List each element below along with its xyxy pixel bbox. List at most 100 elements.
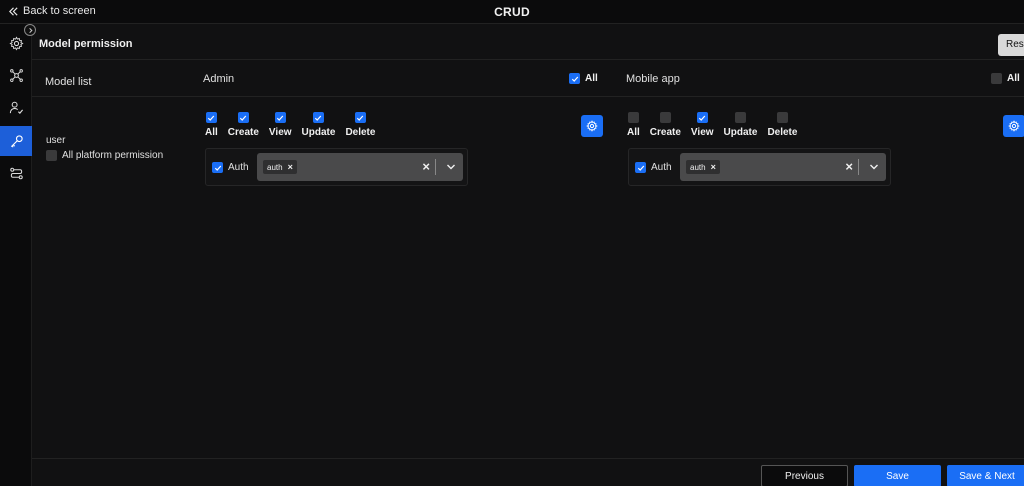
mobile-perm-update[interactable]: Update [723,112,758,138]
admin-perm-all-checkbox[interactable] [205,112,217,123]
sidebar-expand-button[interactable] [24,24,36,36]
admin-perm-create[interactable]: Create [228,112,259,138]
mobile-permission-group: All Create View Update Delete [627,112,807,138]
check-icon [637,165,644,171]
admin-auth-box: Auth auth × × [205,148,468,186]
admin-perm-update-checkbox[interactable] [312,112,324,123]
mobile-auth-box: Auth auth × × [628,148,891,186]
check-icon [315,115,322,121]
mobile-perm-create-checkbox[interactable] [659,112,671,123]
admin-perm-create-label: Create [227,127,259,138]
ai-network-icon [9,68,23,82]
admin-perm-all[interactable]: All [205,112,218,138]
sidebar-item-flows[interactable] [0,158,32,188]
admin-perm-view-checkbox[interactable] [274,112,286,123]
mobile-settings-button[interactable] [1003,115,1024,137]
admin-auth-chip-remove-icon[interactable]: × [288,162,293,172]
admin-settings-button[interactable] [581,115,603,137]
mobile-perm-all-label: All [627,127,640,138]
main-content: Model permission Reset Model list Admin … [32,24,1024,458]
admin-perm-create-checkbox[interactable] [237,112,249,123]
mobile-all-label: All [1007,73,1020,84]
platform-name-admin: Admin [203,73,235,85]
top-bar: Back to screen CRUD [0,0,1024,24]
admin-perm-delete-label: Delete [345,127,376,138]
mobile-auth-chip-remove-icon[interactable]: × [711,162,716,172]
admin-perm-delete-checkbox[interactable] [354,112,366,123]
mobile-perm-delete[interactable]: Delete [767,112,797,138]
mobile-perm-all-checkbox[interactable] [627,112,639,123]
mobile-auth-label: Auth [651,162,672,173]
mobile-perm-delete-checkbox[interactable] [776,112,788,123]
settings-gear-icon [8,35,24,51]
all-platform-permission-checkbox[interactable] [46,150,57,161]
chevron-down-icon[interactable] [869,162,879,172]
admin-auth-chip: auth × [263,160,297,174]
mobile-auth-chip-label: auth [690,162,706,172]
reset-button[interactable]: Reset [998,34,1024,56]
gear-icon [1008,120,1020,132]
mobile-auth-clear-icon[interactable]: × [845,159,853,174]
sidebar-item-ai[interactable] [0,60,32,90]
mobile-auth-toggle[interactable]: Auth [635,162,672,173]
select-separator [858,159,859,175]
page-title: Model permission [39,38,133,50]
admin-auth-label: Auth [228,162,249,173]
mobile-all-toggle[interactable]: All [991,73,1020,84]
admin-all-toggle[interactable]: All [569,73,598,84]
sidebar-item-users[interactable] [0,92,32,122]
flow-icon [9,167,23,179]
admin-perm-update-label: Update [301,127,336,138]
admin-permission-group: All Create View Update Delete [205,112,385,138]
mobile-perm-update-label: Update [723,127,758,138]
mobile-all-checkbox[interactable] [991,73,1002,84]
title-divider [32,59,1024,60]
mobile-auth-checkbox[interactable] [635,162,646,173]
header-row-divider [32,96,1024,97]
sidebar [0,24,36,486]
mobile-perm-create[interactable]: Create [650,112,681,138]
check-icon [571,76,578,82]
user-check-icon [9,101,23,114]
admin-perm-all-label: All [205,127,218,138]
model-name: user [46,135,66,146]
admin-auth-checkbox[interactable] [212,162,223,173]
admin-all-label: All [585,73,598,84]
admin-all-checkbox[interactable] [569,73,580,84]
save-and-next-button[interactable]: Save & Next [947,465,1024,486]
check-icon [277,115,284,121]
check-icon [208,115,215,121]
admin-perm-view[interactable]: View [269,112,292,138]
key-icon [10,134,23,148]
mobile-auth-chip: auth × [686,160,720,174]
model-list-heading: Model list [45,76,92,88]
check-icon [357,115,364,121]
admin-auth-chip-label: auth [267,162,283,172]
admin-auth-select[interactable]: auth × × [257,153,463,181]
sidebar-item-permissions[interactable] [0,126,32,156]
check-icon [240,115,247,121]
admin-perm-update[interactable]: Update [301,112,336,138]
mobile-perm-all[interactable]: All [627,112,640,138]
platform-name-mobile-app: Mobile app [626,73,680,85]
mobile-perm-view-checkbox[interactable] [696,112,708,123]
mobile-perm-create-label: Create [649,127,681,138]
gear-icon [586,120,598,132]
previous-button[interactable]: Previous [761,465,848,486]
check-icon [699,115,706,121]
mobile-auth-select[interactable]: auth × × [680,153,886,181]
all-platform-permission-toggle[interactable]: All platform permission [46,150,163,161]
admin-auth-clear-icon[interactable]: × [422,159,430,174]
mobile-perm-delete-label: Delete [767,127,798,138]
footer-bar: Previous Save Save & Next [32,458,1024,486]
chevron-down-icon[interactable] [446,162,456,172]
save-button[interactable]: Save [854,465,941,486]
chevron-right-icon [28,27,33,33]
admin-perm-delete[interactable]: Delete [345,112,375,138]
mobile-perm-view[interactable]: View [691,112,714,138]
mobile-perm-update-checkbox[interactable] [734,112,746,123]
app-title: CRUD [494,5,530,19]
select-separator [435,159,436,175]
admin-auth-toggle[interactable]: Auth [212,162,249,173]
check-icon [214,165,221,171]
